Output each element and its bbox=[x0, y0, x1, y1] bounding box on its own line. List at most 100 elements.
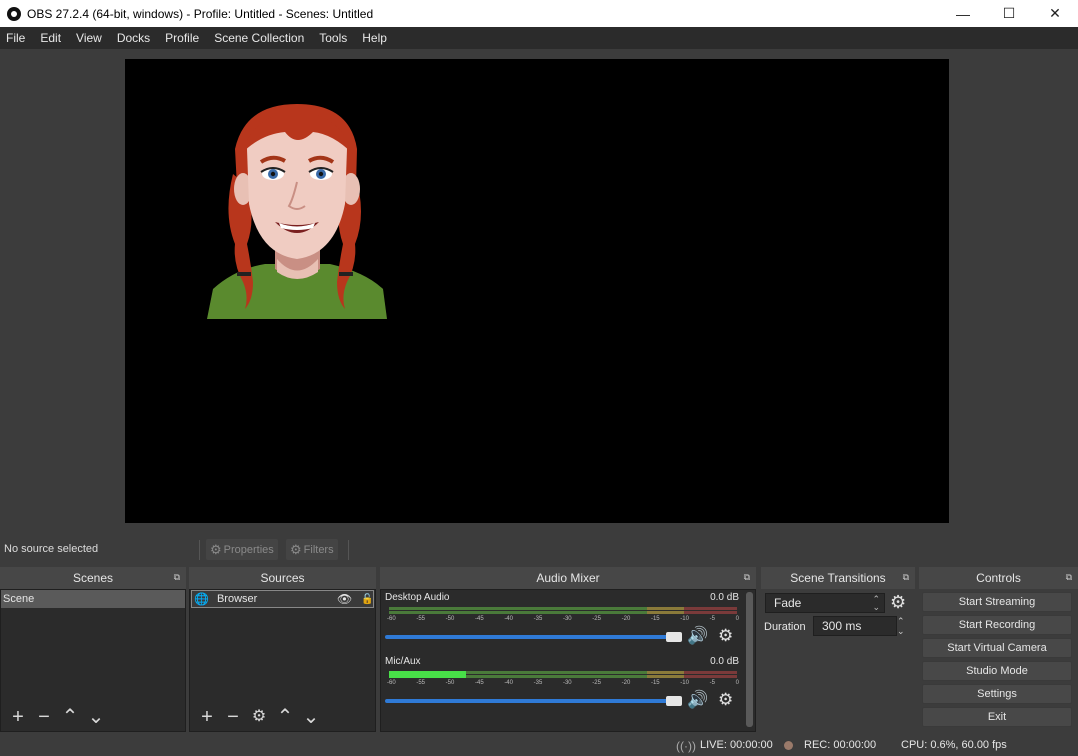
scene-item[interactable]: Scene bbox=[1, 590, 185, 608]
audio-mixer-panel: Desktop Audio 0.0 dB -60 -55 -50 -45 -40 -35-… bbox=[380, 589, 756, 732]
live-time: LIVE: 00:00:00 bbox=[700, 739, 773, 751]
menu-profile[interactable]: Profile bbox=[165, 31, 199, 45]
menu-help[interactable]: Help bbox=[362, 31, 387, 45]
chevron-updown-icon: ⌃ ⌄ bbox=[872, 594, 880, 612]
scenes-footer: + − ⌃ ⌄ bbox=[1, 703, 185, 731]
sources-list[interactable]: 🌐 Browser 👁 🔓 + − ⚙ ⌃ ⌄ bbox=[189, 589, 376, 732]
globe-icon: 🌐 bbox=[194, 592, 209, 606]
volume-slider-handle[interactable] bbox=[666, 696, 682, 706]
obs-logo-icon bbox=[7, 6, 21, 21]
avatar-image bbox=[207, 104, 387, 319]
meter-ticks: -60 -55 -50 -45 -40 -35 -30 -25 -20 -15 -10 -5 0 bbox=[387, 680, 739, 686]
move-source-down-button[interactable]: ⌄ bbox=[298, 707, 324, 727]
audio-mixer-header: Audio Mixer ⧉ bbox=[380, 567, 756, 589]
source-properties-gear-icon[interactable]: ⚙ bbox=[246, 707, 272, 727]
mic-level-fill bbox=[389, 671, 466, 678]
start-virtual-camera-button[interactable]: Start Virtual Camera bbox=[922, 638, 1072, 658]
menu-file[interactable]: File bbox=[6, 31, 25, 45]
start-streaming-button[interactable]: Start Streaming bbox=[922, 592, 1072, 612]
gear-icon[interactable]: ⚙ bbox=[718, 626, 733, 646]
scenes-list[interactable]: Scene + − ⌃ ⌄ bbox=[0, 589, 186, 732]
remove-scene-button[interactable]: − bbox=[31, 707, 57, 727]
menu-bar: File Edit View Docks Profile Scene Colle… bbox=[0, 27, 1078, 49]
duration-spinbox[interactable]: 300 ms bbox=[813, 616, 897, 636]
mixer-scrollbar[interactable] bbox=[746, 592, 753, 727]
visibility-eye-icon[interactable]: 👁 bbox=[337, 592, 352, 606]
exit-button[interactable]: Exit bbox=[922, 707, 1072, 727]
duration-label: Duration bbox=[764, 621, 806, 633]
menu-edit[interactable]: Edit bbox=[40, 31, 61, 45]
live-broadcast-icon: ((·)) bbox=[676, 739, 696, 753]
transition-gear-icon[interactable]: ⚙ bbox=[890, 592, 906, 613]
audio-channel-desktop: Desktop Audio 0.0 dB -60 -55 -50 -45 -40 -35-… bbox=[385, 590, 741, 650]
channel-name: Mic/Aux bbox=[385, 656, 421, 667]
scenes-dock: Scenes ⧉ Scene + − ⌃ ⌄ bbox=[0, 567, 186, 732]
scene-transitions-header: Scene Transitions ⧉ bbox=[761, 567, 915, 589]
sources-dock: Sources 🌐 Browser 👁 🔓 + − ⚙ ⌃ ⌄ bbox=[189, 567, 376, 732]
toolbar-divider bbox=[348, 540, 350, 560]
source-toolbar: No source selected ⚙ Properties ⚙ Filter… bbox=[0, 538, 1078, 560]
move-scene-up-button[interactable]: ⌃ bbox=[57, 707, 83, 727]
volume-slider[interactable] bbox=[385, 631, 682, 643]
move-source-up-button[interactable]: ⌃ bbox=[272, 707, 298, 727]
speaker-icon[interactable]: 🔊 bbox=[687, 626, 708, 646]
undock-icon[interactable]: ⧉ bbox=[174, 572, 180, 583]
status-bar: ((·)) LIVE: 00:00:00 REC: 00:00:00 CPU: … bbox=[0, 736, 1078, 756]
close-button[interactable]: ✕ bbox=[1032, 0, 1078, 27]
channel-db: 0.0 dB bbox=[710, 656, 739, 667]
sources-title: Sources bbox=[260, 571, 305, 585]
scenes-title: Scenes bbox=[72, 571, 114, 585]
audio-mixer-title: Audio Mixer bbox=[536, 571, 600, 585]
duration-stepper-icon[interactable]: ⌃ ⌄ bbox=[897, 616, 905, 636]
properties-button[interactable]: ⚙ Properties bbox=[206, 539, 278, 560]
scene-item-label: Scene bbox=[3, 593, 35, 605]
gear-icon[interactable]: ⚙ bbox=[718, 690, 733, 710]
volume-slider-handle[interactable] bbox=[666, 632, 682, 642]
preview-canvas[interactable] bbox=[125, 59, 949, 523]
start-recording-button[interactable]: Start Recording bbox=[922, 615, 1072, 635]
rec-indicator-icon bbox=[784, 741, 793, 750]
remove-source-button[interactable]: − bbox=[220, 707, 246, 727]
window-title: OBS 27.2.4 (64-bit, windows) - Profile: … bbox=[27, 6, 374, 21]
filters-button[interactable]: ⚙ Filters bbox=[286, 539, 338, 560]
duration-value: 300 ms bbox=[822, 619, 862, 633]
source-item-label: Browser bbox=[216, 593, 258, 605]
lock-icon[interactable]: 🔓 bbox=[361, 594, 373, 605]
scene-transitions-title: Scene Transitions bbox=[790, 571, 886, 585]
source-item[interactable]: 🌐 Browser 👁 🔓 bbox=[191, 590, 374, 608]
undock-icon[interactable]: ⧉ bbox=[744, 572, 750, 583]
transition-select[interactable]: Fade ⌃ ⌄ bbox=[765, 593, 885, 613]
scenes-dock-header: Scenes ⧉ bbox=[0, 567, 186, 589]
maximize-button[interactable]: ☐ bbox=[986, 0, 1032, 27]
filters-icon: ⚙ bbox=[290, 541, 302, 557]
minimize-button[interactable]: — bbox=[940, 0, 986, 27]
menu-docks[interactable]: Docks bbox=[117, 31, 150, 45]
add-source-button[interactable]: + bbox=[194, 707, 220, 727]
sources-dock-header: Sources bbox=[189, 567, 376, 589]
rec-time: REC: 00:00:00 bbox=[804, 739, 877, 751]
window-controls: — ☐ ✕ bbox=[940, 0, 1078, 27]
menu-scene-collection[interactable]: Scene Collection bbox=[214, 31, 304, 45]
undock-icon[interactable]: ⧉ bbox=[1066, 572, 1072, 583]
volume-slider[interactable] bbox=[385, 695, 682, 707]
move-scene-down-button[interactable]: ⌄ bbox=[83, 707, 109, 727]
meter-ticks: -60 -55 -50 -45 -40 -35 -30 -25 -20 -15 -10 -5 0 bbox=[387, 616, 739, 622]
studio-mode-button[interactable]: Studio Mode bbox=[922, 661, 1072, 681]
cpu-fps: CPU: 0.6%, 60.00 fps bbox=[901, 739, 1007, 751]
audio-channel-mic: Mic/Aux 0.0 dB -60 -55 -50 -45 -40 -35 -30 -25-… bbox=[385, 654, 741, 714]
filters-label: Filters bbox=[303, 543, 334, 556]
sources-footer: + − ⚙ ⌃ ⌄ bbox=[190, 703, 375, 731]
menu-tools[interactable]: Tools bbox=[319, 31, 347, 45]
channel-name: Desktop Audio bbox=[385, 592, 450, 603]
volume-meter bbox=[389, 671, 737, 678]
no-source-label: No source selected bbox=[4, 543, 99, 555]
menu-view[interactable]: View bbox=[76, 31, 102, 45]
undock-icon[interactable]: ⧉ bbox=[903, 572, 909, 583]
toolbar-divider bbox=[199, 540, 201, 560]
speaker-icon[interactable]: 🔊 bbox=[687, 690, 708, 710]
controls-title: Controls bbox=[976, 571, 1021, 585]
add-scene-button[interactable]: + bbox=[5, 707, 31, 727]
title-bar: OBS 27.2.4 (64-bit, windows) - Profile: … bbox=[0, 0, 1078, 27]
gear-icon: ⚙ bbox=[210, 541, 222, 557]
settings-button[interactable]: Settings bbox=[922, 684, 1072, 704]
